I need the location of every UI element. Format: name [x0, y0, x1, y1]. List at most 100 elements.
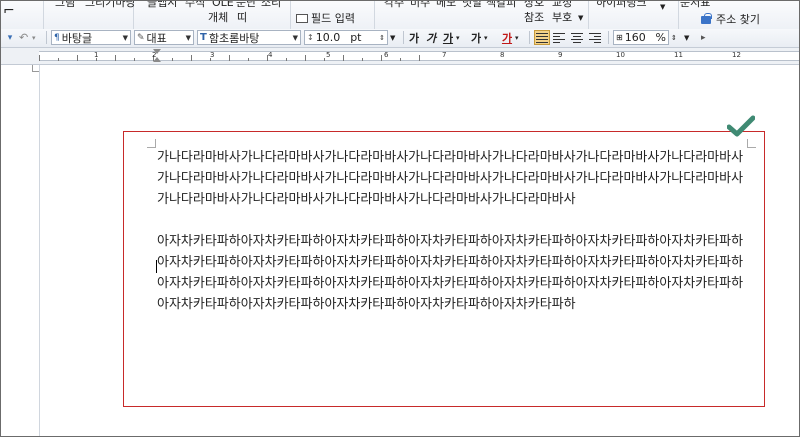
- zoom-spin-icon[interactable]: ⇕: [671, 30, 681, 45]
- ribbon-group-field: 필드 입력: [290, 1, 375, 29]
- text-caret: [156, 260, 157, 273]
- ruler-number: 7: [442, 51, 447, 59]
- ribbon-group-mail: 문서표 주소 찾기: [678, 1, 799, 29]
- undo-dropdown-icon[interactable]: ▾: [32, 30, 40, 45]
- ribbon-symbol-dropdown-icon[interactable]: ▼: [578, 12, 583, 24]
- ribbon-cross-ref[interactable]: 상호: [524, 1, 544, 9]
- paragraph-1[interactable]: 가나다라마바사가나다라마바사가나다라마바사가나다라마바사가나다라마바사가나다라마…: [157, 147, 747, 210]
- font-combo[interactable]: T 함초롬바탕 ▼: [197, 30, 301, 45]
- ribbon-proof[interactable]: 교정: [552, 1, 572, 9]
- ruler-number: 11: [674, 51, 683, 59]
- ruler-tick: [115, 55, 116, 61]
- toolbar-menu-arrow-icon[interactable]: ▾: [3, 30, 17, 45]
- style-combo[interactable]: ¶ 바탕글 ▼: [51, 30, 131, 45]
- italic-button[interactable]: 가: [424, 30, 438, 45]
- ruler-tick: [286, 58, 287, 61]
- field-input-button[interactable]: 필드 입력: [296, 10, 355, 26]
- align-right-button[interactable]: [588, 30, 604, 45]
- address-search-label: 주소 찾기: [716, 13, 760, 26]
- ribbon-hyperlink-dropdown-icon[interactable]: ▼: [660, 1, 665, 13]
- ruler-tick: [134, 58, 135, 61]
- undo-icon[interactable]: ↶: [19, 30, 31, 45]
- page-left-margin: [1, 65, 40, 436]
- ribbon-picture[interactable]: 그림: [55, 1, 75, 9]
- ribbon-group-insert: 그림 그리기마당: [43, 1, 136, 29]
- ribbon-group-objects: 글맵시 수식 OLE 문단 소리 개체 띠: [133, 1, 291, 29]
- toolbar-overflow-icon[interactable]: ▸: [701, 30, 711, 45]
- zoom-value: 160: [624, 31, 646, 44]
- ruler-number: 2: [152, 51, 157, 59]
- ruler-tick: [381, 55, 382, 61]
- ribbon-sound[interactable]: 소리: [261, 1, 281, 9]
- ruler-tick: [362, 58, 363, 61]
- ribbon-group-edge: ⌐: [1, 1, 44, 29]
- ribbon-paragraph[interactable]: 문단: [236, 1, 256, 9]
- ribbon-doc-table[interactable]: 문서표: [680, 1, 710, 9]
- address-search-button[interactable]: 주소 찾기: [701, 11, 760, 27]
- ribbon-bookmark[interactable]: 책갈피: [486, 1, 516, 9]
- align-left-button[interactable]: [552, 30, 568, 45]
- strikethrough-button[interactable]: 가: [469, 30, 483, 45]
- ribbon-footnote[interactable]: 각주: [384, 1, 404, 9]
- language-value: 대표: [146, 31, 167, 45]
- ruler-number: 9: [558, 51, 563, 59]
- ruler-number: 5: [326, 51, 331, 59]
- font-size-dropdown-icon[interactable]: ▼: [390, 30, 400, 45]
- ruler-tick: [191, 55, 192, 61]
- ribbon-ole[interactable]: OLE: [212, 1, 234, 9]
- zoom-unit: %: [655, 31, 666, 44]
- paragraph-2[interactable]: 아자차카타파하아자차카타파하아자차카타파하아자차카타파하아자차카타파하아자차카타…: [157, 231, 747, 315]
- zoom-combo[interactable]: ⊞ 160 %: [613, 30, 669, 45]
- ruler-tick: [419, 55, 420, 61]
- crop-mark-top-left: [147, 139, 156, 148]
- underline-dropdown-icon[interactable]: ▾: [456, 30, 464, 45]
- margin-corner-mark: [32, 65, 39, 72]
- field-input-label: 필드 입력: [311, 12, 355, 25]
- ribbon-band[interactable]: 띠: [237, 12, 247, 24]
- ruler-tick: [229, 55, 230, 61]
- font-icon: T: [200, 32, 207, 43]
- ribbon-draw-gallery[interactable]: 그리기마당: [85, 1, 136, 9]
- style-dropdown-icon: ▼: [122, 33, 128, 42]
- underline-button[interactable]: 가: [441, 30, 455, 45]
- strike-dropdown-icon[interactable]: ▾: [484, 30, 492, 45]
- horizontal-ruler[interactable]: 1 2 3 4 5 6 7 8 9 10 11 12: [1, 48, 799, 65]
- ribbon: ⌐ 그림 그리기마당 글맵시 수식 OLE 문단 소리 개체 띠 필드 입력 각…: [1, 1, 799, 30]
- ribbon-equation[interactable]: 수식: [185, 1, 205, 9]
- font-size-combo[interactable]: ↕ 10.0 pt ⇕: [304, 30, 388, 45]
- ruler-number: 10: [616, 51, 625, 59]
- ribbon-hyperlink[interactable]: 하이퍼링크: [596, 1, 647, 9]
- ribbon-ruby[interactable]: 덧말: [462, 1, 482, 9]
- formatting-toolbar: ▾ ↶ ▾ ¶ 바탕글 ▼ ✎ 대표 ▼ T 함초롬바탕 ▼ ↕ 10.0 pt…: [1, 29, 799, 48]
- font-size-unit: pt: [350, 31, 362, 44]
- ribbon-symbol[interactable]: 부호: [552, 12, 572, 24]
- language-combo[interactable]: ✎ 대표 ▼: [134, 30, 194, 45]
- ruler-number: 3: [210, 51, 215, 59]
- font-color-button[interactable]: 가: [500, 30, 514, 45]
- ribbon-wordart[interactable]: 글맵시: [147, 1, 177, 9]
- field-icon: [296, 13, 308, 23]
- align-center-button[interactable]: [570, 30, 586, 45]
- align-justify-button[interactable]: [534, 30, 550, 45]
- font-color-dropdown-icon[interactable]: ▾: [515, 30, 523, 45]
- ribbon-endnote[interactable]: 미주: [410, 1, 430, 9]
- ribbon-object[interactable]: 개체: [208, 12, 228, 24]
- ruler-number: 4: [268, 51, 273, 59]
- document-body[interactable]: 가나다라마바사가나다라마바사가나다라마바사가나다라마바사가나다라마바사가나다라마…: [157, 147, 747, 315]
- align-left-icon: [552, 31, 566, 45]
- zoom-dropdown-icon[interactable]: ▼: [684, 30, 694, 45]
- check-mark-icon: [727, 115, 755, 137]
- ruler-tick: [172, 58, 173, 61]
- ribbon-group-hyperlink: 하이퍼링크 ▼: [588, 1, 679, 29]
- zoom-icon: ⊞: [616, 33, 623, 42]
- word-processor-window: ⌐ 그림 그리기마당 글맵시 수식 OLE 문단 소리 개체 띠 필드 입력 각…: [0, 0, 800, 437]
- style-value: 바탕글: [61, 31, 93, 45]
- language-icon: ✎: [137, 32, 145, 43]
- style-icon: ¶: [54, 32, 60, 43]
- ribbon-memo[interactable]: 메모: [436, 1, 456, 9]
- ribbon-group-reference: 각주 미주 메모 덧말 책갈피 상호 교정 참조 부호 ▼: [374, 1, 589, 29]
- document-workspace[interactable]: 가나다라마바사가나다라마바사가나다라마바사가나다라마바사가나다라마바사가나다라마…: [1, 65, 799, 436]
- bold-button[interactable]: 가: [407, 30, 421, 45]
- ribbon-reference[interactable]: 참조: [524, 12, 544, 24]
- ribbon-edge-icon[interactable]: ⌐: [3, 4, 15, 18]
